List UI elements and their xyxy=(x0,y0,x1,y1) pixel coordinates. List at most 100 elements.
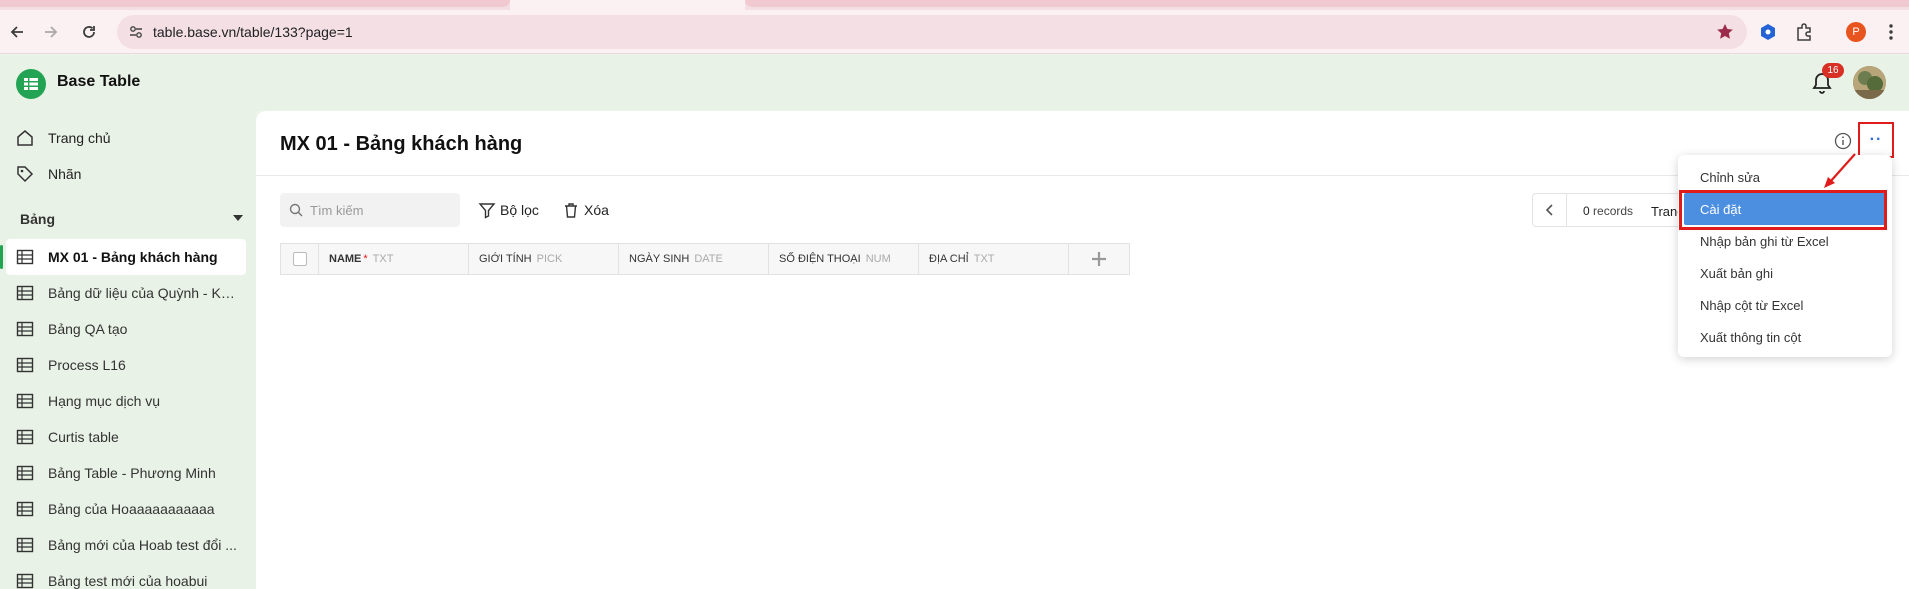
sidebar-table-item[interactable]: Bảng Table - Phương Minh xyxy=(0,455,256,491)
sidebar-item-label: Trang chủ xyxy=(48,130,111,146)
browser-tab[interactable] xyxy=(745,0,1909,7)
reload-button[interactable] xyxy=(76,19,102,45)
extensions-menu-button[interactable] xyxy=(1792,20,1816,44)
sidebar-item-home[interactable]: Trang chủ xyxy=(16,124,111,152)
column-header-name[interactable]: NAME * TXT xyxy=(319,244,469,274)
notification-badge: 16 xyxy=(1822,63,1844,78)
previous-page-button[interactable] xyxy=(1533,194,1567,226)
sidebar-item-label: Nhãn xyxy=(48,166,82,182)
search-input[interactable] xyxy=(310,200,450,220)
sidebar-table-label: Bảng Table - Phương Minh xyxy=(48,465,216,481)
table-icon xyxy=(16,501,34,517)
sidebar-table-label: Process L16 xyxy=(48,357,126,373)
column-header-gender[interactable]: GIỚI TÍNH PICK xyxy=(469,244,619,274)
table-icon xyxy=(16,429,34,445)
reload-icon xyxy=(83,26,95,38)
filter-icon xyxy=(478,203,496,219)
arrow-right-icon xyxy=(45,26,58,38)
sidebar-table-item[interactable]: Process L16 xyxy=(0,347,256,383)
divider xyxy=(256,175,1909,176)
required-mark: * xyxy=(363,253,368,265)
app-logo[interactable] xyxy=(16,69,46,99)
column-name: NAME xyxy=(329,253,362,265)
delete-button[interactable]: Xóa xyxy=(562,199,609,221)
filter-button[interactable]: Bộ lọc xyxy=(478,199,539,221)
column-type: DATE xyxy=(694,253,723,265)
url-text[interactable]: table.base.vn/table/133?page=1 xyxy=(153,24,353,40)
page-title: MX 01 - Bảng khách hàng xyxy=(280,133,523,155)
forward-button[interactable] xyxy=(38,19,64,45)
sidebar-table-label: MX 01 - Bảng khách hàng xyxy=(48,249,218,265)
home-icon xyxy=(17,130,33,146)
extension-button[interactable] xyxy=(1756,20,1780,44)
column-type: PICK xyxy=(536,253,563,265)
sidebar-table-item[interactable]: MX 01 - Bảng khách hàng xyxy=(0,239,246,275)
sidebar-item-tags[interactable]: Nhãn xyxy=(16,160,81,188)
table-icon xyxy=(16,285,34,301)
sidebar-table-item[interactable]: Curtis table xyxy=(0,419,256,455)
sidebar-section-title: Bảng xyxy=(20,211,55,227)
table-icon xyxy=(16,573,34,589)
sidebar-table-label: Bảng mới của Hoab test đổi ... xyxy=(48,537,237,553)
tag-icon xyxy=(17,166,34,183)
column-name: NGÀY SINH xyxy=(629,253,690,265)
profile-button[interactable]: P xyxy=(1844,20,1868,44)
sidebar-table-label: Bảng QA tạo xyxy=(48,321,128,337)
column-type: NUM xyxy=(865,253,891,265)
column-name: GIỚI TÍNH xyxy=(479,253,532,265)
sidebar: Trang chủ Nhãn Bảng MX 01 - Bảng khách h… xyxy=(0,111,256,589)
table-icon xyxy=(16,465,34,481)
search-box[interactable] xyxy=(280,193,460,227)
profile-avatar: P xyxy=(1846,22,1866,42)
table-header: NAME * TXT GIỚI TÍNH PICK NGÀY SINH DATE SỐ … xyxy=(280,243,1130,275)
records-count: 0 records xyxy=(1583,204,1633,218)
records-label: records xyxy=(1593,204,1634,218)
annotation-arrow-icon xyxy=(1824,153,1856,188)
sidebar-table-label: Bảng của Hoaaaaaaaaaaa xyxy=(48,501,215,517)
main-panel: MX 01 - Bảng khách hàng ·· Bộ lọc Xóa 0 … xyxy=(256,111,1909,589)
user-avatar[interactable] xyxy=(1853,66,1886,99)
sidebar-table-item[interactable]: Bảng test mới của hoabui xyxy=(0,563,256,589)
sidebar-table-item[interactable]: Bảng dữ liệu của Quỳnh - KH... xyxy=(0,275,256,311)
arrow-left-icon xyxy=(10,26,23,38)
column-type: TXT xyxy=(372,253,394,265)
sidebar-table-label: Hạng mục dịch vụ xyxy=(48,393,161,409)
plus-icon xyxy=(1092,252,1106,266)
bookmark-star-icon[interactable] xyxy=(1715,22,1735,42)
puzzle-icon xyxy=(1797,23,1811,41)
info-icon[interactable] xyxy=(1833,131,1853,151)
column-header-birthday[interactable]: NGÀY SINH DATE xyxy=(619,244,769,274)
trash-icon xyxy=(565,203,577,218)
site-settings-icon[interactable] xyxy=(127,23,145,41)
section-collapse-toggle[interactable] xyxy=(233,215,243,221)
highlight-box xyxy=(1679,190,1887,230)
sidebar-table-label: Bảng test mới của hoabui xyxy=(48,573,208,589)
records-number: 0 xyxy=(1583,204,1590,218)
avatar-image xyxy=(1853,66,1886,99)
browser-menu-button[interactable] xyxy=(1879,20,1903,44)
select-all-checkbox[interactable] xyxy=(281,244,319,274)
sidebar-table-item[interactable]: Bảng của Hoaaaaaaaaaaa xyxy=(0,491,256,527)
filter-label: Bộ lọc xyxy=(500,202,539,218)
column-name: ĐỊA CHỈ xyxy=(929,253,969,265)
menu-item-import-columns-excel[interactable]: Nhập cột từ Excel xyxy=(1678,289,1892,321)
sidebar-table-item[interactable]: Hạng mục dịch vụ xyxy=(0,383,256,419)
table-logo-icon xyxy=(24,78,38,90)
sidebar-table-item[interactable]: Bảng mới của Hoab test đổi ... xyxy=(0,527,256,563)
column-header-address[interactable]: ĐỊA CHỈ TXT xyxy=(919,244,1069,274)
menu-item-export-column-info[interactable]: Xuất thông tin cột xyxy=(1678,321,1892,353)
menu-item-export-records[interactable]: Xuất bản ghi xyxy=(1678,257,1892,289)
chevron-left-icon xyxy=(1545,204,1553,216)
back-button[interactable] xyxy=(4,19,30,45)
add-column-button[interactable] xyxy=(1069,244,1129,274)
search-icon xyxy=(289,203,303,217)
sidebar-table-item[interactable]: Bảng QA tạo xyxy=(0,311,256,347)
table-list: MX 01 - Bảng khách hàng Bảng dữ liệu của… xyxy=(0,239,256,589)
address-bar[interactable]: table.base.vn/table/133?page=1 xyxy=(117,15,1747,49)
browser-tab-active[interactable] xyxy=(510,0,745,10)
column-header-phone[interactable]: SỐ ĐIỆN THOẠI NUM xyxy=(769,244,919,274)
browser-tab[interactable] xyxy=(0,0,510,7)
app-header: Base Table 16 xyxy=(0,55,1909,111)
table-icon xyxy=(16,537,34,553)
column-name: SỐ ĐIỆN THOẠI xyxy=(779,253,861,265)
